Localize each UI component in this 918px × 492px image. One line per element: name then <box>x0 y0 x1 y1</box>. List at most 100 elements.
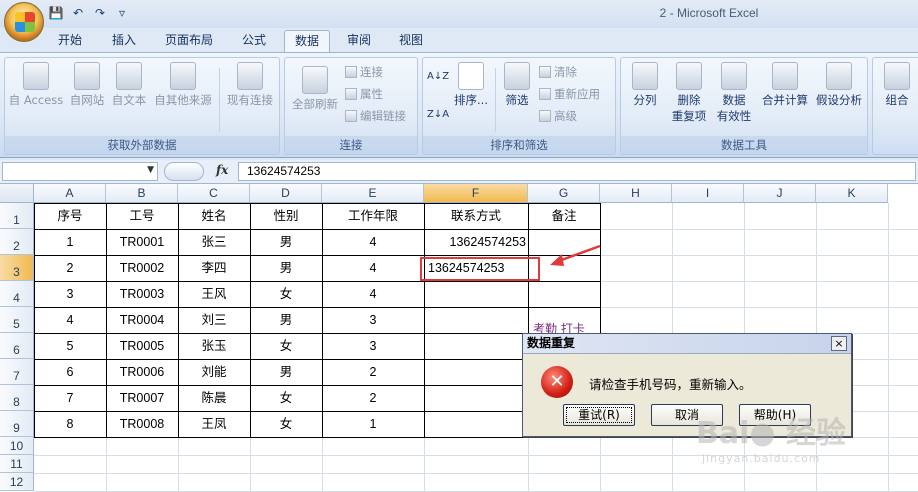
table-cell[interactable]: 张三 <box>178 229 250 255</box>
table-cell[interactable]: 刘能 <box>178 359 250 385</box>
tab-view[interactable]: 视图 <box>389 30 433 52</box>
table-cell[interactable]: 李四 <box>178 255 250 281</box>
row-header-4[interactable]: 4 <box>0 281 34 307</box>
header-cell[interactable]: 序号 <box>34 203 106 229</box>
table-cell[interactable]: TR0006 <box>106 359 178 385</box>
retry-button[interactable]: 重试(R) <box>563 404 635 426</box>
consolidate-button[interactable]: 合并计算 <box>759 62 811 108</box>
column-header-j[interactable]: J <box>744 184 816 203</box>
tab-data[interactable]: 数据 <box>284 30 331 52</box>
table-cell[interactable]: TR0005 <box>106 333 178 359</box>
table-cell[interactable]: 3 <box>34 281 106 307</box>
table-cell[interactable] <box>424 411 528 437</box>
advanced-button[interactable]: 高级 <box>539 108 577 124</box>
table-cell[interactable] <box>424 281 528 307</box>
row-header-8[interactable]: 8 <box>0 385 34 411</box>
row-header-10[interactable]: 10 <box>0 437 34 455</box>
table-cell[interactable]: 女 <box>250 411 322 437</box>
table-cell[interactable]: 2 <box>34 255 106 281</box>
table-cell[interactable]: 5 <box>34 333 106 359</box>
header-cell[interactable]: 性别 <box>250 203 322 229</box>
refresh-all-button[interactable]: 全部刷新 <box>287 66 343 112</box>
table-cell[interactable]: 男 <box>250 255 322 281</box>
table-cell[interactable] <box>424 333 528 359</box>
insert-function-icon[interactable]: fx <box>216 163 228 177</box>
from-web-button[interactable]: 自网站 <box>67 62 107 108</box>
group-button[interactable]: 组合 <box>877 62 917 108</box>
tab-home[interactable]: 开始 <box>48 30 92 52</box>
table-cell[interactable]: 7 <box>34 385 106 411</box>
from-text-button[interactable]: 自文本 <box>109 62 149 108</box>
table-cell[interactable]: 1 <box>322 411 424 437</box>
table-cell[interactable]: 2 <box>322 385 424 411</box>
tab-page-layout[interactable]: 页面布局 <box>155 30 223 52</box>
close-icon[interactable]: × <box>831 336 847 351</box>
column-header-f[interactable]: F <box>424 184 528 203</box>
header-cell[interactable]: 联系方式 <box>424 203 528 229</box>
table-cell[interactable]: 男 <box>250 359 322 385</box>
column-header-e[interactable]: E <box>322 184 424 203</box>
tab-review[interactable]: 审阅 <box>337 30 381 52</box>
edit-links-button[interactable]: 编辑链接 <box>345 108 406 124</box>
table-cell[interactable]: 女 <box>250 385 322 411</box>
remove-duplicates-button[interactable]: 删除 重复项 <box>667 62 711 124</box>
table-cell[interactable]: 1 <box>34 229 106 255</box>
office-button[interactable] <box>4 2 44 42</box>
table-cell[interactable]: 王风 <box>178 281 250 307</box>
reapply-button[interactable]: 重新应用 <box>539 86 600 102</box>
sort-az-button[interactable]: A↓Z <box>427 68 449 82</box>
table-cell[interactable]: 3 <box>322 333 424 359</box>
table-cell[interactable]: 4 <box>322 255 424 281</box>
header-cell[interactable]: 备注 <box>528 203 600 229</box>
table-cell[interactable]: 女 <box>250 333 322 359</box>
table-cell[interactable]: 8 <box>34 411 106 437</box>
row-header-6[interactable]: 6 <box>0 333 34 359</box>
column-header-c[interactable]: C <box>178 184 250 203</box>
row-header-5[interactable]: 5 <box>0 307 34 333</box>
column-header-g[interactable]: G <box>528 184 600 203</box>
what-if-analysis-button[interactable]: 假设分析 <box>813 62 865 108</box>
table-cell[interactable] <box>424 359 528 385</box>
header-cell[interactable]: 工号 <box>106 203 178 229</box>
properties-button[interactable]: 属性 <box>345 86 383 102</box>
table-cell[interactable]: TR0002 <box>106 255 178 281</box>
tab-formulas[interactable]: 公式 <box>232 30 276 52</box>
sort-button[interactable]: 排序... <box>451 62 491 108</box>
data-validation-button[interactable]: 数据 有效性 <box>711 62 757 124</box>
table-cell[interactable]: TR0004 <box>106 307 178 333</box>
row-header-12[interactable]: 12 <box>0 473 34 491</box>
table-cell[interactable]: 3 <box>322 307 424 333</box>
table-cell[interactable]: 陈晨 <box>178 385 250 411</box>
table-cell[interactable] <box>424 385 528 411</box>
row-header-3[interactable]: 3 <box>0 255 34 281</box>
from-other-sources-button[interactable]: 自其他来源 <box>151 62 215 108</box>
select-all-corner[interactable] <box>0 184 34 203</box>
table-cell[interactable]: 4 <box>34 307 106 333</box>
from-access-button[interactable]: 自 Access <box>7 62 65 108</box>
column-header-i[interactable]: I <box>672 184 744 203</box>
table-cell[interactable]: 男 <box>250 307 322 333</box>
existing-connections-button[interactable]: 现有连接 <box>223 62 277 108</box>
table-cell[interactable]: 4 <box>322 281 424 307</box>
text-to-columns-button[interactable]: 分列 <box>625 62 665 108</box>
table-cell[interactable]: TR0003 <box>106 281 178 307</box>
row-header-9[interactable]: 9 <box>0 411 34 437</box>
table-cell[interactable] <box>424 307 528 333</box>
row-header-2[interactable]: 2 <box>0 229 34 255</box>
row-header-7[interactable]: 7 <box>0 359 34 385</box>
table-cell[interactable]: 13624574253 <box>424 229 528 255</box>
column-header-a[interactable]: A <box>34 184 106 203</box>
table-cell[interactable]: TR0001 <box>106 229 178 255</box>
table-cell[interactable]: TR0007 <box>106 385 178 411</box>
row-header-11[interactable]: 11 <box>0 455 34 473</box>
column-header-b[interactable]: B <box>106 184 178 203</box>
table-cell[interactable]: TR0008 <box>106 411 178 437</box>
table-cell[interactable]: 6 <box>34 359 106 385</box>
table-cell[interactable]: 2 <box>322 359 424 385</box>
column-header-d[interactable]: D <box>250 184 322 203</box>
expand-toggle[interactable] <box>164 162 204 181</box>
filter-button[interactable]: 筛选 <box>499 62 535 108</box>
row-header-1[interactable]: 1 <box>0 203 34 229</box>
table-cell[interactable]: 刘三 <box>178 307 250 333</box>
column-header-k[interactable]: K <box>816 184 888 203</box>
